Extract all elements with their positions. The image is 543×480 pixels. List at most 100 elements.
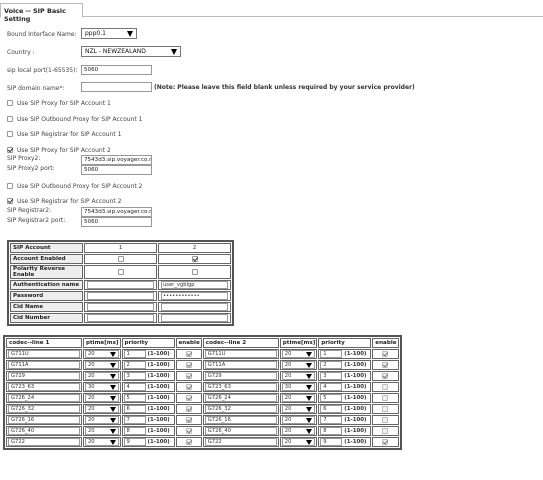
priority-line1-input[interactable]: 4	[123, 383, 146, 391]
priority-line1-input[interactable]: 5	[123, 394, 146, 402]
ptime-line1-select[interactable]: 20	[85, 405, 119, 413]
ptime-line1-select[interactable]: 20	[85, 427, 119, 435]
priority-line1-input[interactable]: 8	[123, 427, 146, 435]
enable-line2-checkbox[interactable]	[382, 427, 389, 434]
enable-line1-checkbox[interactable]	[185, 438, 192, 445]
ptime-line2-select[interactable]: 20	[281, 361, 316, 369]
priority-line2-input[interactable]: 4	[320, 383, 343, 391]
account1-cid-number-input[interactable]	[87, 314, 154, 322]
outbound1-checkbox[interactable]	[7, 116, 13, 122]
ptime-line2-select[interactable]: 20	[281, 394, 316, 402]
proxy2-addr-input[interactable]: 7543d3.sip.voyager.co.nz	[81, 155, 152, 165]
ptime-line2-select[interactable]: 20	[281, 438, 316, 446]
codec-line2-name[interactable]: G726_40	[204, 427, 277, 435]
ptime-line1-select[interactable]: 20	[85, 438, 119, 446]
ptime-line1-select[interactable]: 20	[85, 350, 119, 358]
enable-line2-checkbox[interactable]	[382, 405, 389, 412]
codec-line1-name[interactable]: G726_40	[8, 427, 80, 435]
account1-cid-name-input[interactable]	[87, 303, 154, 311]
bound-interface-select[interactable]: ppp0.1	[81, 28, 137, 39]
codec-line1-name[interactable]: G723_63	[8, 383, 80, 391]
priority-line1-input[interactable]: 3	[123, 372, 146, 380]
account2-auth-input[interactable]: user_vgblgp	[161, 281, 228, 289]
registrar2-checkbox[interactable]	[7, 198, 13, 204]
country-select[interactable]: NZL - NEWZEALAND	[81, 46, 181, 57]
sip-local-port-input[interactable]: 5060	[81, 65, 152, 75]
codec-line1-name[interactable]: G729	[8, 372, 80, 380]
codec-line2-name[interactable]: G726_24	[204, 394, 277, 402]
registrar2-addr-input[interactable]: 7543d3.sip.voyager.co.nz	[81, 207, 152, 217]
enable-line1-checkbox[interactable]	[185, 372, 192, 379]
codec-line1-name[interactable]: G726_16	[8, 416, 80, 424]
enable-line2-checkbox[interactable]	[382, 438, 389, 445]
codec-line2-name[interactable]: G726_16	[204, 416, 277, 424]
ptime-line1-select[interactable]: 20	[85, 394, 119, 402]
priority-line2-input[interactable]: 9	[320, 438, 343, 446]
ptime-line1-select[interactable]: 20	[85, 361, 119, 369]
priority-line1-input[interactable]: 6	[123, 405, 146, 413]
enable-line1-checkbox[interactable]	[185, 416, 192, 423]
priority-line2-input[interactable]: 6	[320, 405, 343, 413]
codec-line2-name[interactable]: G711U	[204, 350, 277, 358]
priority-line1-input[interactable]: 9	[123, 438, 146, 446]
enable-line1-checkbox[interactable]	[185, 427, 192, 434]
codec-line1-name[interactable]: G711A	[8, 361, 80, 369]
priority-line1-input[interactable]: 7	[123, 416, 146, 424]
priority-line1-input[interactable]: 2	[123, 361, 146, 369]
proxy1-checkbox[interactable]	[7, 100, 13, 106]
enable-line2-checkbox[interactable]	[382, 350, 389, 357]
ptime-line1-select[interactable]: 20	[85, 372, 119, 380]
priority-line2-input[interactable]: 1	[320, 350, 343, 358]
enable-line2-checkbox[interactable]	[382, 394, 389, 401]
enable-line1-checkbox[interactable]	[185, 361, 192, 368]
codec-line1-name[interactable]: G711U	[8, 350, 80, 358]
account1-password-input[interactable]	[87, 292, 154, 300]
proxy2-port-input[interactable]: 5060	[81, 165, 152, 175]
ptime-line2-select[interactable]: 20	[281, 416, 316, 424]
enable-line1-checkbox[interactable]	[185, 394, 192, 401]
codec-line1-name[interactable]: G722	[8, 438, 80, 446]
proxy2-checkbox[interactable]	[7, 147, 13, 153]
ptime-line2-select[interactable]: 20	[281, 405, 316, 413]
priority-line2-input[interactable]: 3	[320, 372, 343, 380]
account2-polarity-checkbox[interactable]	[191, 268, 198, 275]
outbound2-checkbox[interactable]	[7, 183, 13, 189]
account2-cid-name-input[interactable]	[161, 303, 228, 311]
sip-domain-input[interactable]	[81, 82, 152, 92]
codec-line2-name[interactable]: G729	[204, 372, 277, 380]
account1-enabled-checkbox[interactable]	[117, 255, 124, 262]
registrar1-checkbox[interactable]	[7, 131, 13, 137]
priority-line2-input[interactable]: 5	[320, 394, 343, 402]
enable-line1-checkbox[interactable]	[185, 405, 192, 412]
ptime-line2-select[interactable]: 20	[281, 427, 316, 435]
ptime-line2-select[interactable]: 20	[281, 350, 316, 358]
account2-enabled-checkbox[interactable]	[191, 255, 198, 262]
priority-line2-input[interactable]: 8	[320, 427, 343, 435]
codec-line1-name[interactable]: G726_24	[8, 394, 80, 402]
enable-line1-checkbox[interactable]	[185, 383, 192, 390]
priority-line2-input[interactable]: 7	[320, 416, 343, 424]
account2-cid-number-input[interactable]	[161, 314, 228, 322]
ptime-line2-select[interactable]: 30	[281, 383, 316, 391]
codec-line2-name[interactable]: G711A	[204, 361, 277, 369]
enable-line1-checkbox[interactable]	[185, 350, 192, 357]
account1-auth-input[interactable]	[87, 281, 154, 289]
codec-line2-name[interactable]: G726_32	[204, 405, 277, 413]
enable-line2-checkbox[interactable]	[382, 361, 389, 368]
registrar2-port-input[interactable]: 5060	[81, 217, 152, 227]
priority-line1-input[interactable]: 1	[123, 350, 146, 358]
codec-line2-name[interactable]: G722	[204, 438, 277, 446]
ptime-value: 20	[284, 439, 292, 445]
ptime-line2-select[interactable]: 20	[281, 372, 316, 380]
codec-line2-name[interactable]: G723_63	[204, 383, 277, 391]
priority-line2-input[interactable]: 2	[320, 361, 343, 369]
codec-line1-name[interactable]: G726_32	[8, 405, 80, 413]
enable-line2-checkbox[interactable]	[382, 372, 389, 379]
tab-sip-basic-setting[interactable]: Voice -- SIP Basic Setting	[0, 3, 83, 23]
ptime-line1-select[interactable]: 20	[85, 416, 119, 424]
account2-password-input[interactable]: ••••••••••••	[161, 292, 228, 300]
account1-polarity-checkbox[interactable]	[117, 268, 124, 275]
ptime-line1-select[interactable]: 30	[85, 383, 119, 391]
enable-line2-checkbox[interactable]	[382, 416, 389, 423]
enable-line2-checkbox[interactable]	[382, 383, 389, 390]
